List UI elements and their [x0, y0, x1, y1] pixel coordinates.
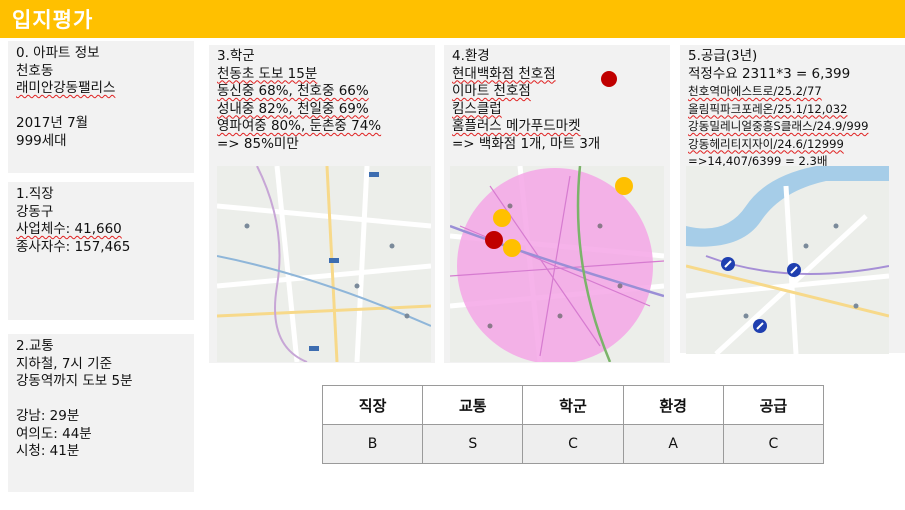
job-line: 종사자수: 157,465	[16, 238, 131, 255]
transport-box: 2.교통 지하철, 7시 기준 강동역까지 도보 5분 강남: 29분 여의도:…	[8, 334, 194, 492]
school-map	[217, 166, 431, 362]
school-map-graphic	[217, 166, 431, 362]
school-line: 천동초 도보 15분	[217, 65, 318, 82]
job-line: 사업체수: 41,660	[16, 221, 122, 237]
environment-line: 킴스클럽	[452, 100, 502, 117]
transport-line: 강남: 29분	[16, 408, 80, 424]
info-line: 0. 아파트 정보	[16, 45, 100, 61]
environment-line: 현대백화점 천호점	[452, 65, 556, 82]
environment-line: 홈플러스 메가푸드마켓	[452, 118, 581, 134]
supply-line: 강동헤리티지자이/24.6/12999	[688, 136, 844, 151]
supply-line: 적정수요 2311*3 = 6,399	[688, 65, 851, 82]
job-box: 1.직장 강동구 사업체수: 41,660 종사자수: 157,465	[8, 182, 194, 320]
grade-header-environment: 환경	[622, 385, 724, 425]
info-line: 999세대	[16, 132, 67, 149]
map-pin-icon	[721, 257, 735, 271]
environment-map-graphic	[450, 166, 664, 362]
map-pin-icon	[787, 263, 801, 277]
supply-map-graphic	[686, 166, 889, 354]
grade-header-row: 직장 교통 학군 환경 공급	[321, 385, 825, 425]
job-line: 1.직장	[16, 186, 54, 202]
apartment-name: 래미안강동팰리스	[16, 80, 116, 96]
grade-value-row: B S C A C	[321, 424, 825, 464]
school-line: 동신중 68%, 천호중 66%	[217, 83, 369, 99]
school-line: => 85%미만	[217, 135, 299, 152]
header-bar: 입지평가	[0, 0, 905, 38]
supply-line: 강동밀레니얼중흥S클래스/24.9/999	[688, 119, 869, 133]
grade-value-school: C	[522, 424, 624, 464]
transport-line: 강동역까지 도보 5분	[16, 373, 133, 389]
mart-marker	[615, 177, 633, 195]
grade-value-supply: C	[722, 424, 825, 464]
school-line: 성내중 82%, 천일중 69%	[217, 100, 369, 117]
transport-line: 여의도: 44분	[16, 425, 92, 442]
supply-map	[686, 166, 889, 354]
grade-value-job: B	[321, 424, 424, 464]
transport-line	[16, 391, 186, 409]
grade-value-transport: S	[422, 424, 524, 464]
apartment-info-box: 0. 아파트 정보 천호동 래미안강동팰리스 2017년 7월 999세대	[8, 41, 194, 173]
dept-store-marker	[485, 231, 503, 249]
supply-line: 천호역마에스트로/25.2/77	[688, 84, 822, 98]
grade-value-environment: A	[622, 424, 724, 464]
environment-line: 4.환경	[452, 48, 490, 64]
page-title: 입지평가	[12, 8, 94, 32]
info-line: 2017년 7월	[16, 115, 89, 131]
grade-table: 직장 교통 학군 환경 공급 B S C A C	[321, 385, 825, 464]
job-line: 강동구	[16, 203, 54, 220]
grade-header-supply: 공급	[722, 385, 825, 425]
info-line: 천호동	[16, 62, 54, 79]
supply-line: 올림픽파크포레온/25.1/12,032	[688, 101, 848, 116]
school-line: 3.학군	[217, 48, 255, 64]
grade-header-job: 직장	[321, 385, 424, 425]
grade-header-school: 학군	[522, 385, 624, 425]
mart-marker	[503, 239, 521, 257]
map-pin-icon	[753, 319, 767, 333]
environment-line: 이마트 천호점	[452, 83, 531, 99]
transport-line: 2.교통	[16, 338, 54, 354]
school-line: 영파여중 80%, 둔촌중 74%	[217, 118, 382, 134]
info-line	[16, 98, 186, 116]
mart-marker	[493, 209, 511, 227]
transport-line: 시청: 41분	[16, 443, 80, 459]
grade-header-transport: 교통	[422, 385, 524, 425]
supply-line: 5.공급(3년)	[688, 48, 758, 64]
dept-store-marker-icon	[601, 71, 617, 87]
environment-map	[450, 166, 664, 362]
environment-line: => 백화점 1개, 마트 3개	[452, 135, 601, 152]
transport-line: 지하철, 7시 기준	[16, 355, 112, 372]
